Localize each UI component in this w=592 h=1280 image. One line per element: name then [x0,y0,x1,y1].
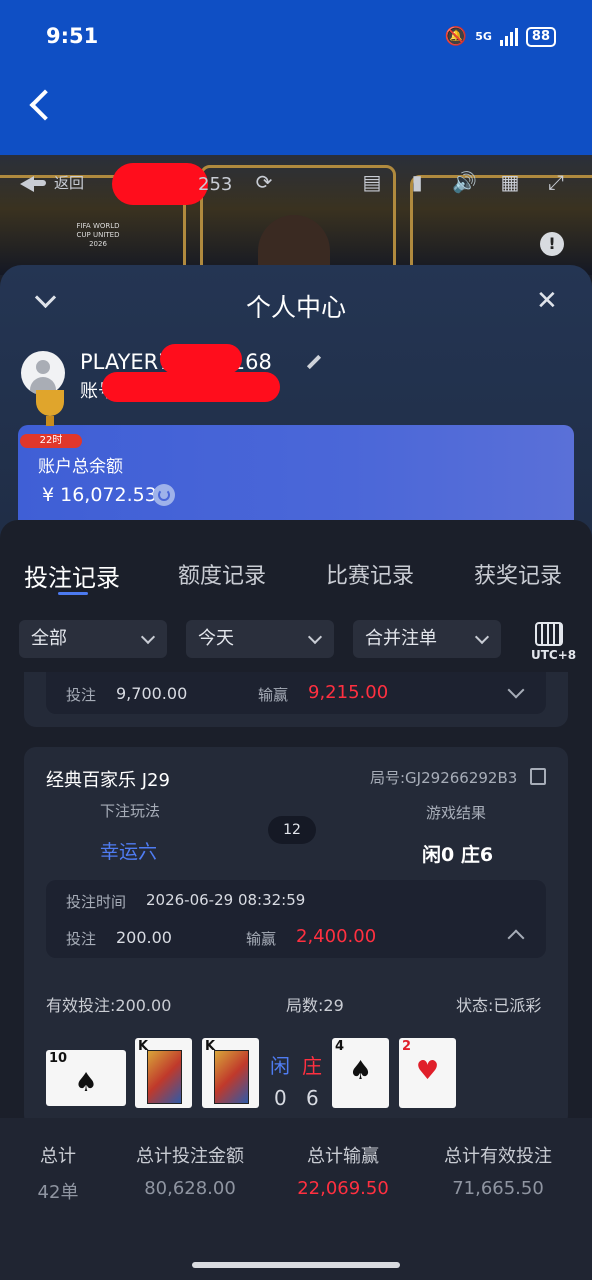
bet-label: 投注 [66,930,97,948]
active-tab-indicator [58,592,88,595]
spade-icon: ♠ [348,1056,373,1086]
scope-dropdown-label: 全部 [31,628,67,649]
merge-dropdown-label: 合并注单 [365,628,437,649]
summary-win-header: 总计输赢 [307,1146,379,1167]
list-icon[interactable]: ▤ [360,170,384,194]
signal-icon [499,27,518,46]
summary-total-value: 42单 [37,1182,79,1203]
heart-icon: ♥ [415,1056,440,1086]
video-back-button[interactable]: 返回 [20,172,84,193]
bet-value: 200.00 [116,928,172,947]
summary-valid-value: 71,665.50 [452,1178,544,1199]
playing-card: K [202,1038,259,1108]
play-label: 下注玩法 [100,802,161,820]
win-value: 2,400.00 [296,926,377,947]
card-rank: K [138,1039,149,1054]
redaction-mark [160,344,242,374]
scope-dropdown[interactable]: 全部 [19,620,167,658]
playing-card: 2 ♥ [399,1038,456,1108]
chevron-down-icon [307,629,323,645]
payout-status: 状态:已派彩 [456,996,542,1015]
tab-match-records[interactable]: 比赛记录 [326,558,414,590]
vip-badge: 22时 [20,434,82,448]
summary-total-header: 总计 [40,1146,76,1167]
redaction-mark [102,372,280,402]
banker-label: 庄 [302,1054,322,1078]
round-number: 12 [268,816,316,844]
round-id: 局号:GJ29266292B3 [370,769,518,787]
result-value: 闲0 庄6 [422,844,494,866]
card-rank: 2 [402,1039,412,1054]
playing-card: 10 ♠ [46,1050,126,1106]
summary-bet-header: 总计投注金额 [136,1146,244,1167]
playing-card: 4 ♠ [332,1038,389,1108]
win-label: 输赢 [258,686,289,704]
valid-bet: 有效投注:200.00 [46,996,172,1015]
game-name: 经典百家乐 J29 [46,770,170,791]
balance-refresh-icon[interactable] [153,484,175,506]
home-indicator[interactable] [192,1262,400,1268]
battery-icon: 88 [525,26,556,47]
playing-card: K [135,1038,192,1108]
bet-label: 投注 [66,686,97,704]
date-dropdown-label: 今天 [198,628,234,649]
bet-time-label: 投注时间 [66,893,127,911]
player-label: 闲 [270,1054,290,1078]
timezone-label: UTC+8 [531,648,577,662]
table-code: 253 [198,174,233,195]
win-label: 输赢 [246,930,277,948]
tab-credit-records[interactable]: 额度记录 [178,558,266,590]
refresh-icon[interactable]: ⟳ [252,170,276,194]
trophy-icon [28,390,72,430]
close-icon[interactable]: ✕ [536,288,558,314]
status-icons: 🔕 5G 88 [445,26,556,47]
date-dropdown[interactable]: 今天 [186,620,334,658]
player-score: 0 [274,1086,287,1110]
sheet-title: 个人中心 [245,293,346,322]
mute-icon: 🔕 [444,26,468,47]
grid-icon[interactable]: ▦ [498,170,522,194]
tab-prize-records[interactable]: 获奖记录 [474,558,562,590]
summary-bet-value: 80,628.00 [144,1178,236,1199]
card-rank: 10 [49,1051,68,1066]
status-time: 9:51 [46,24,99,48]
fifa-logo-text: FIFA WORLD CUP UNITED 2026 [76,222,120,248]
alert-icon[interactable]: ! [540,232,564,256]
back-arrow-icon [20,174,46,192]
card-rank: 4 [335,1039,345,1054]
summary-win-value: 22,069.50 [297,1178,389,1199]
fullscreen-icon[interactable]: ⤢ [544,170,568,194]
result-label: 游戏结果 [426,804,487,822]
round-count: 局数:29 [286,996,344,1015]
chevron-down-icon [474,629,490,645]
card-rank: K [205,1039,216,1054]
avatar[interactable] [21,351,65,395]
bet-time-value: 2026-06-29 08:32:59 [146,891,306,909]
tab-bet-records[interactable]: 投注记录 [24,558,120,593]
network-label: 5G [475,30,492,43]
camera-icon[interactable]: ▮ [405,170,429,194]
chevron-down-icon [140,629,156,645]
bet-value: 9,700.00 [116,684,188,703]
redaction-mark [112,163,208,205]
balance-label: 账户总余额 [38,457,123,477]
calendar-icon[interactable] [535,622,563,646]
balance-card [18,425,574,535]
merge-dropdown[interactable]: 合并注单 [353,620,501,658]
copy-icon[interactable] [530,768,546,785]
balance-value: ¥ 16,072.53 [42,484,157,506]
spade-icon: ♠ [74,1068,98,1098]
summary-valid-header: 总计有效投注 [444,1146,552,1167]
volume-icon[interactable]: 🔊 [452,170,477,194]
video-back-label: 返回 [54,174,85,192]
win-value: 9,215.00 [308,682,389,703]
banker-score: 6 [306,1086,319,1110]
play-value: 幸运六 [100,841,158,863]
